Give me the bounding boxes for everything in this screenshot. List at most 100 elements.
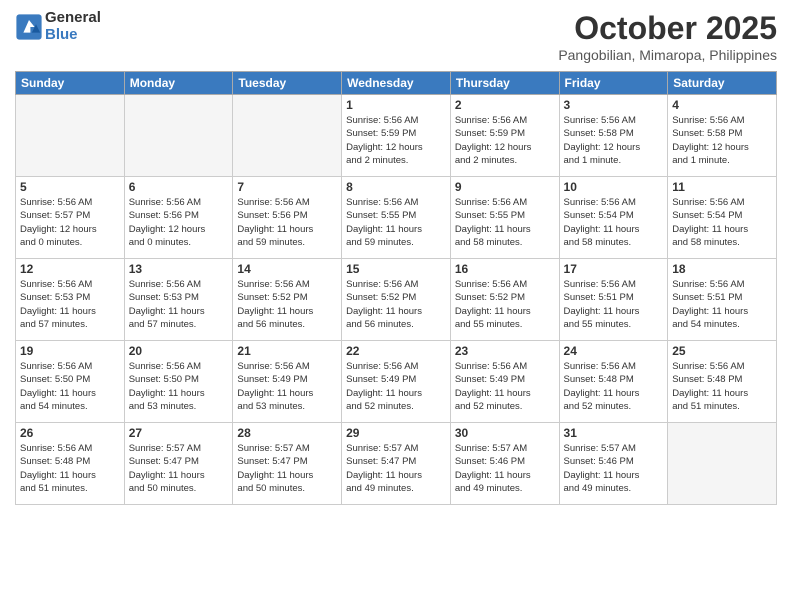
day-number: 13 (129, 262, 229, 276)
logo-blue-text: Blue (45, 27, 101, 44)
sunrise-text: Sunrise: 5:56 AM (346, 115, 418, 126)
daylight-minutes-text: and 0 minutes. (129, 237, 191, 248)
daylight-hours-label: Daylight: 11 hours (237, 306, 313, 317)
header-wednesday: Wednesday (342, 72, 451, 95)
day-number: 14 (237, 262, 337, 276)
daylight-minutes-text: and 52 minutes. (564, 401, 632, 412)
daylight-hours-label: Daylight: 12 hours (455, 142, 532, 153)
daylight-minutes-text: and 51 minutes. (672, 401, 740, 412)
calendar-week-row: 19Sunrise: 5:56 AMSunset: 5:50 PMDayligh… (16, 341, 777, 423)
table-row (233, 95, 342, 177)
day-info: Sunrise: 5:56 AM Sunset: 5:55 PM Daylight:… (346, 196, 446, 249)
day-info: Sunrise: 5:57 AM Sunset: 5:46 PM Daylight:… (455, 442, 555, 495)
daylight-minutes-text: and 56 minutes. (237, 319, 305, 330)
calendar-week-row: 1Sunrise: 5:56 AMSunset: 5:59 PMDaylight… (16, 95, 777, 177)
sunset-text: Sunset: 5:54 PM (564, 210, 634, 221)
sunrise-text: Sunrise: 5:56 AM (129, 197, 201, 208)
daylight-minutes-text: and 58 minutes. (455, 237, 523, 248)
sunset-text: Sunset: 5:58 PM (672, 128, 742, 139)
sunset-text: Sunset: 5:50 PM (129, 374, 199, 385)
day-number: 9 (455, 180, 555, 194)
page: General Blue October 2025 Pangobilian, M… (0, 0, 792, 612)
day-number: 5 (20, 180, 120, 194)
logo-general-text: General (45, 10, 101, 27)
table-row: 2Sunrise: 5:56 AMSunset: 5:59 PMDaylight… (450, 95, 559, 177)
sunset-text: Sunset: 5:55 PM (346, 210, 416, 221)
table-row (668, 423, 777, 505)
logo: General Blue (15, 10, 101, 43)
sunset-text: Sunset: 5:49 PM (455, 374, 525, 385)
sunrise-text: Sunrise: 5:56 AM (237, 279, 309, 290)
sunrise-text: Sunrise: 5:56 AM (346, 197, 418, 208)
table-row: 22Sunrise: 5:56 AMSunset: 5:49 PMDayligh… (342, 341, 451, 423)
daylight-minutes-text: and 1 minute. (672, 155, 730, 166)
table-row: 1Sunrise: 5:56 AMSunset: 5:59 PMDaylight… (342, 95, 451, 177)
table-row: 5Sunrise: 5:56 AMSunset: 5:57 PMDaylight… (16, 177, 125, 259)
sunrise-text: Sunrise: 5:56 AM (672, 197, 744, 208)
day-info: Sunrise: 5:56 AMSunset: 5:51 PMDaylight:… (564, 278, 664, 331)
sunrise-text: Sunrise: 5:56 AM (20, 361, 92, 372)
day-number: 11 (672, 180, 772, 194)
sunrise-text: Sunrise: 5:56 AM (237, 197, 309, 208)
sunrise-text: Sunrise: 5:56 AM (672, 361, 744, 372)
sunset-text: Sunset: 5:46 PM (455, 456, 525, 467)
daylight-minutes-text: and 55 minutes. (455, 319, 523, 330)
sunrise-text: Sunrise: 5:56 AM (20, 279, 92, 290)
day-number: 10 (564, 180, 664, 194)
daylight-hours-label: Daylight: 11 hours (129, 388, 205, 399)
day-info: Sunrise: 5:56 AMSunset: 5:58 PMDaylight:… (564, 114, 664, 167)
sunrise-text: Sunrise: 5:56 AM (564, 115, 636, 126)
header-monday: Monday (124, 72, 233, 95)
sunset-text: Sunset: 5:55 PM (455, 210, 525, 221)
daylight-hours-label: Daylight: 11 hours (455, 470, 531, 481)
day-number: 25 (672, 344, 772, 358)
day-info: Sunrise: 5:56 AMSunset: 5:48 PMDaylight:… (672, 360, 772, 413)
daylight-minutes-text: and 49 minutes. (455, 483, 523, 494)
table-row: 31Sunrise: 5:57 AMSunset: 5:46 PMDayligh… (559, 423, 668, 505)
day-number: 30 (455, 426, 555, 440)
daylight-minutes-text: and 49 minutes. (346, 483, 414, 494)
table-row: 11Sunrise: 5:56 AMSunset: 5:54 PMDayligh… (668, 177, 777, 259)
header-tuesday: Tuesday (233, 72, 342, 95)
day-number: 18 (672, 262, 772, 276)
daylight-minutes-text: and 57 minutes. (20, 319, 88, 330)
table-row: 10 Sunrise: 5:56 AMSunset: 5:54 PMDayligh… (559, 177, 668, 259)
daylight-hours-label: Daylight: 11 hours (346, 224, 422, 235)
sunset-text: Sunset: 5:47 PM (237, 456, 307, 467)
table-row: 19Sunrise: 5:56 AMSunset: 5:50 PMDayligh… (16, 341, 125, 423)
day-number: 31 (564, 426, 664, 440)
day-number: 23 (455, 344, 555, 358)
sunrise-text: Sunrise: 5:57 AM (455, 443, 527, 454)
table-row: 6Sunrise: 5:56 AMSunset: 5:56 PMDaylight… (124, 177, 233, 259)
daylight-hours-label: Daylight: 11 hours (455, 306, 531, 317)
table-row: 13Sunrise: 5:56 AMSunset: 5:53 PMDayligh… (124, 259, 233, 341)
daylight-minutes-text: and 52 minutes. (346, 401, 414, 412)
day-info: Sunrise: 5:56 AMSunset: 5:52 PMDaylight:… (237, 278, 337, 331)
sunset-text: Sunset: 5:57 PM (20, 210, 90, 221)
sunrise-text: Sunrise: 5:57 AM (129, 443, 201, 454)
daylight-minutes-text: and 1 minute. (564, 155, 622, 166)
day-number: 28 (237, 426, 337, 440)
sunset-text: Sunset: 5:48 PM (564, 374, 634, 385)
daylight-hours-label: Daylight: 11 hours (564, 388, 640, 399)
table-row: 21Sunrise: 5:56 AMSunset: 5:49 PMDayligh… (233, 341, 342, 423)
daylight-minutes-text: and 58 minutes. (564, 237, 632, 248)
day-info: Sunrise: 5:56 AMSunset: 5:48 PMDaylight:… (20, 442, 120, 495)
daylight-minutes-text: and 50 minutes. (237, 483, 305, 494)
header-thursday: Thursday (450, 72, 559, 95)
sunset-text: Sunset: 5:58 PM (564, 128, 634, 139)
day-info: Sunrise: 5:56 AMSunset: 5:50 PMDaylight:… (20, 360, 120, 413)
header: General Blue October 2025 Pangobilian, M… (15, 10, 777, 63)
table-row: 14 Sunrise: 5:56 AMSunset: 5:52 PMDayligh… (233, 259, 342, 341)
sunrise-text: Sunrise: 5:56 AM (20, 197, 92, 208)
sunrise-text: Sunrise: 5:56 AM (564, 361, 636, 372)
daylight-hours-label: Daylight: 11 hours (20, 388, 96, 399)
header-friday: Friday (559, 72, 668, 95)
calendar-week-row: 26Sunrise: 5:56 AMSunset: 5:48 PMDayligh… (16, 423, 777, 505)
day-info: Sunrise: 5:56 AMSunset: 5:52 PMDaylight:… (346, 278, 446, 331)
sunrise-text: Sunrise: 5:56 AM (237, 361, 309, 372)
day-info: Sunrise: 5:56 AMSunset: 5:54 PMDaylight:… (564, 196, 664, 249)
day-info: Sunrise: 5:56 AMSunset: 5:49 PMDaylight:… (455, 360, 555, 413)
day-number: 12 (20, 262, 120, 276)
table-row: 30 Sunrise: 5:57 AM Sunset: 5:46 PM Dayligh… (450, 423, 559, 505)
